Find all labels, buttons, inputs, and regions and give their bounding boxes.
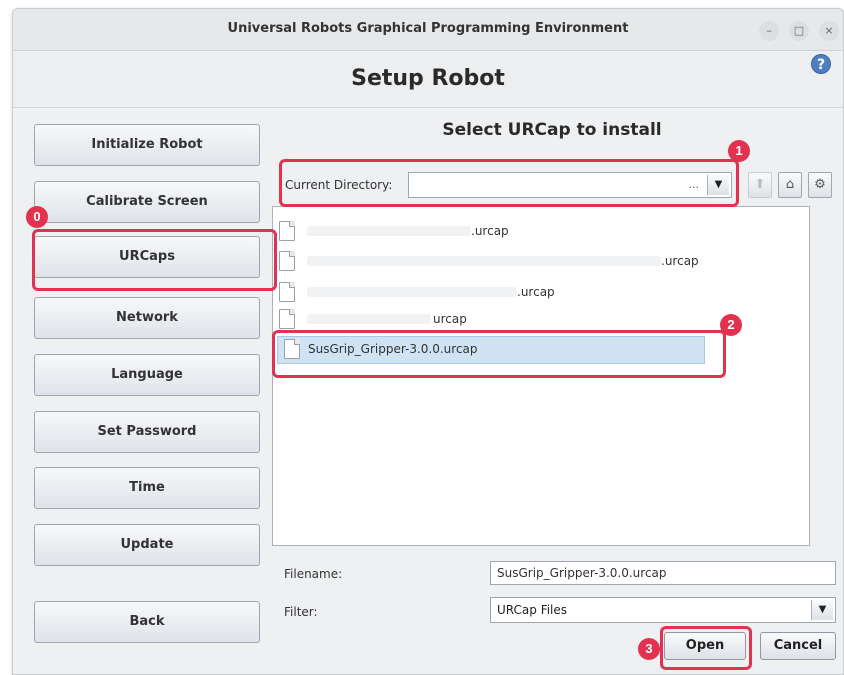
redacted-name <box>307 287 517 297</box>
filter-combo[interactable]: URCap Files ▼ <box>490 597 836 623</box>
file-icon <box>279 251 295 271</box>
title-bar: Universal Robots Graphical Programming E… <box>13 9 843 51</box>
file-icon <box>279 309 295 329</box>
maximize-button[interactable]: □ <box>789 21 809 41</box>
list-item[interactable]: .urcap <box>279 280 699 308</box>
step-marker-1: 1 <box>728 140 750 162</box>
step-marker-3: 3 <box>638 638 660 660</box>
filter-label: Filter: <box>284 605 318 619</box>
file-icon <box>279 282 295 302</box>
network-button[interactable]: Network <box>34 297 260 339</box>
page-title: Setup Robot <box>351 66 505 91</box>
set-password-button[interactable]: Set Password <box>34 411 260 453</box>
redacted-name <box>307 226 471 236</box>
file-name: .urcap <box>517 285 555 299</box>
filename-field[interactable]: SusGrip_Gripper-3.0.0.urcap <box>490 561 836 585</box>
back-button[interactable]: Back <box>34 601 260 643</box>
page-header: Setup Robot ? <box>13 52 843 108</box>
chevron-down-icon[interactable]: ▼ <box>811 600 833 620</box>
list-item[interactable]: .urcap <box>279 219 699 247</box>
window-title: Universal Robots Graphical Programming E… <box>227 21 629 36</box>
file-name: .urcap <box>661 254 699 268</box>
help-icon[interactable]: ? <box>811 54 831 74</box>
highlight-box-2 <box>272 330 726 378</box>
close-button[interactable]: × <box>819 21 839 41</box>
file-name: .urcap <box>471 224 509 238</box>
redacted-name <box>307 314 431 324</box>
calibrate-screen-button[interactable]: Calibrate Screen <box>34 181 260 223</box>
highlight-box-3 <box>660 626 752 670</box>
step-marker-0: 0 <box>26 206 48 228</box>
highlight-box-0 <box>32 229 277 291</box>
chooser-title: Select URCap to install <box>442 120 662 140</box>
list-item[interactable]: .urcap <box>279 249 799 277</box>
file-icon <box>279 221 295 241</box>
file-name: urcap <box>433 312 467 326</box>
redacted-name <box>307 256 661 266</box>
time-button[interactable]: Time <box>34 467 260 509</box>
filter-value: URCap Files <box>497 603 568 617</box>
initialize-robot-button[interactable]: Initialize Robot <box>34 124 260 166</box>
language-button[interactable]: Language <box>34 354 260 396</box>
update-button[interactable]: Update <box>34 524 260 566</box>
minimize-button[interactable]: – <box>759 21 779 41</box>
highlight-box-1 <box>279 159 739 207</box>
filename-label: Filename: <box>284 567 343 581</box>
cancel-button[interactable]: Cancel <box>760 632 836 660</box>
step-marker-2: 2 <box>720 314 742 336</box>
home-icon[interactable]: ⌂ <box>778 172 802 198</box>
up-folder-icon[interactable]: ⬆ <box>748 172 772 198</box>
gear-icon[interactable]: ⚙ <box>808 172 832 198</box>
